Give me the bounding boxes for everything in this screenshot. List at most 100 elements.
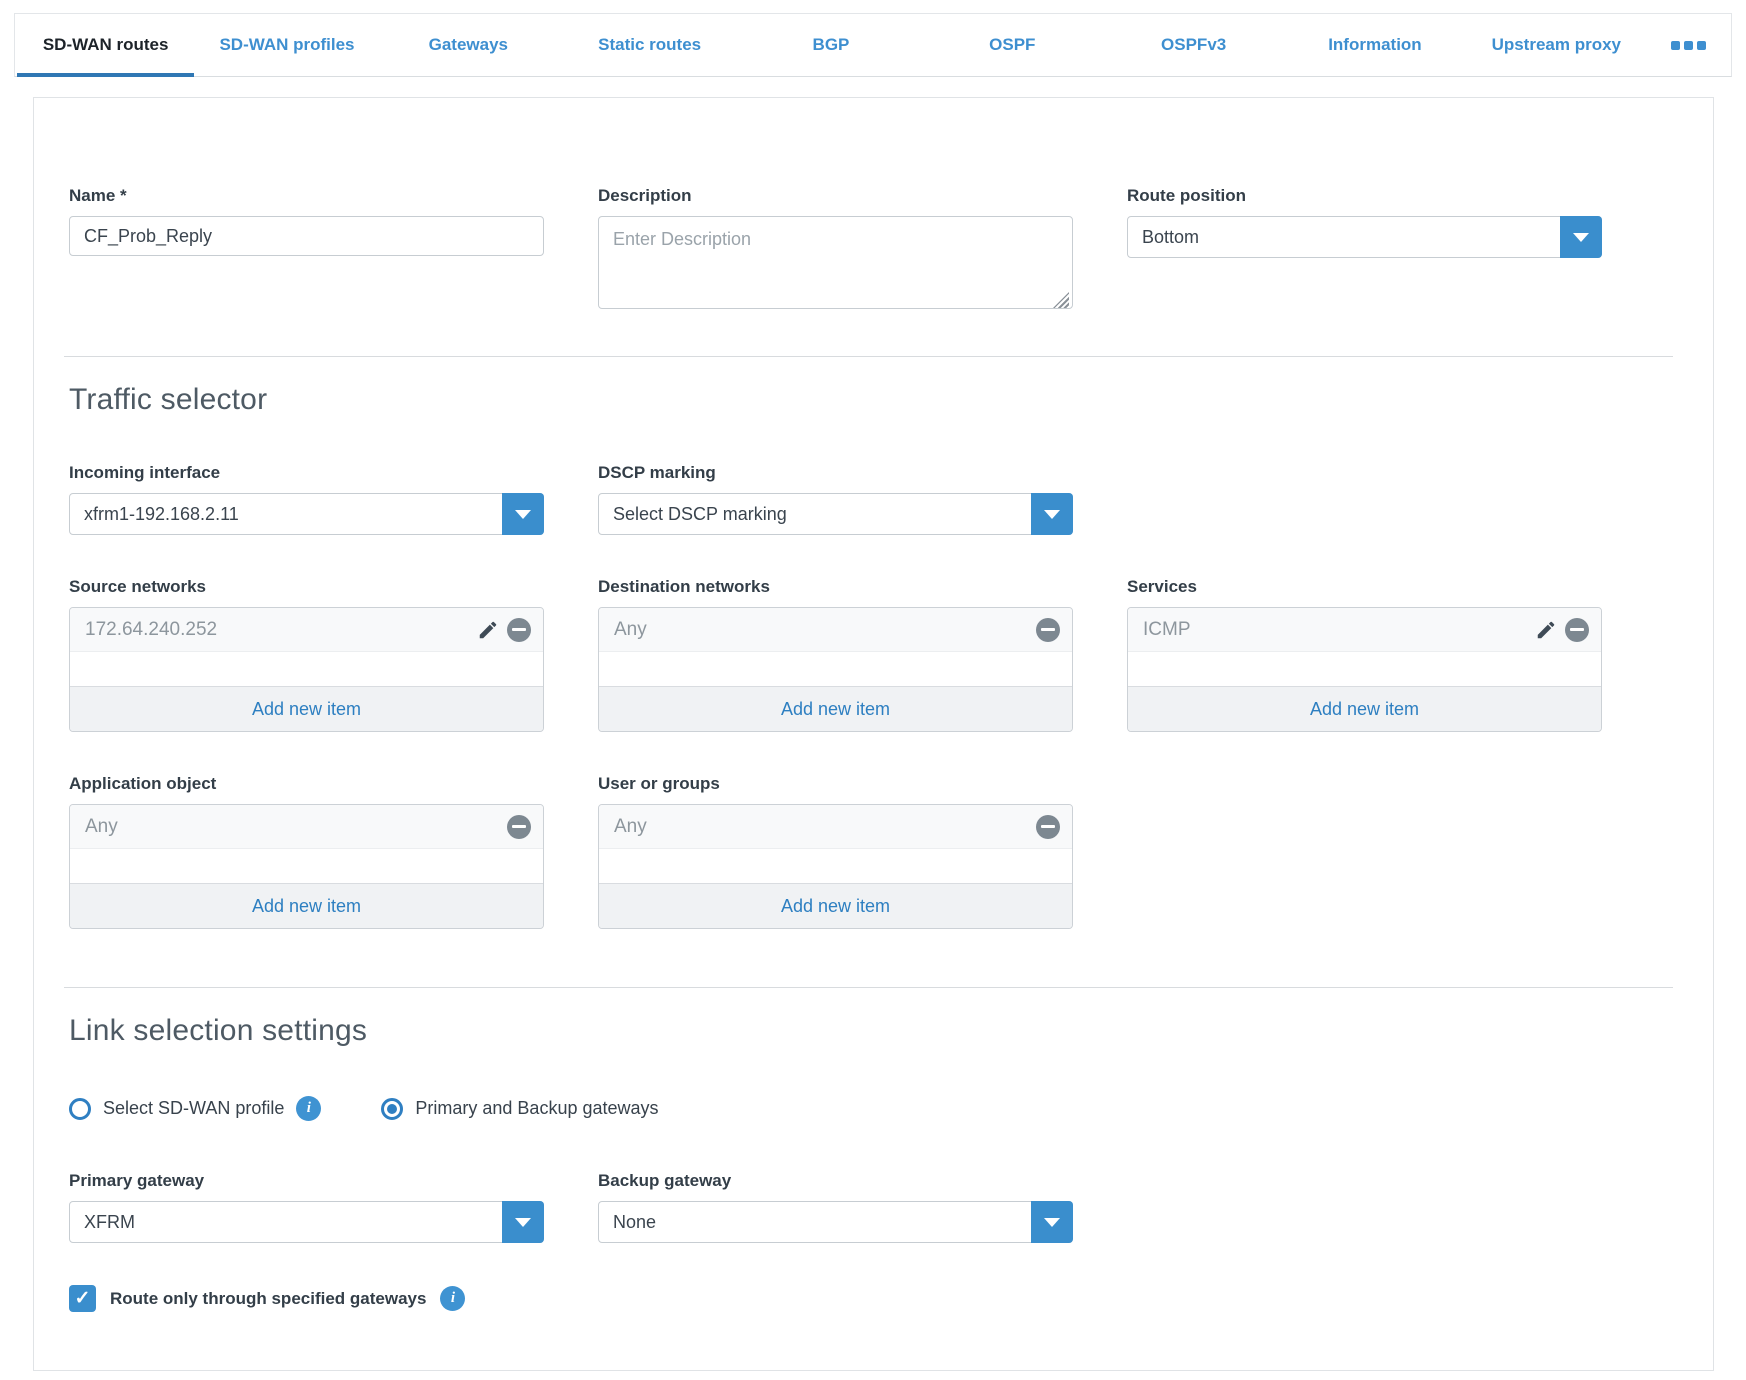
radio-select-sdwan-profile[interactable]: Select SD-WAN profile i — [69, 1096, 321, 1121]
tab-static-routes[interactable]: Static routes — [559, 14, 740, 76]
route-position-select[interactable]: Bottom — [1127, 216, 1602, 258]
description-field-group: Description — [598, 186, 1073, 314]
services-label: Services — [1127, 577, 1602, 597]
route-position-value: Bottom — [1128, 217, 1560, 257]
info-icon[interactable]: i — [440, 1286, 465, 1311]
add-service-button[interactable]: Add new item — [1128, 686, 1601, 731]
source-networks-listbox: 172.64.240.252 Add new item — [69, 607, 544, 732]
services-listbox: ICMP Add new item — [1127, 607, 1602, 732]
route-only-checkbox-label: Route only through specified gateways — [110, 1289, 426, 1309]
tab-bgp[interactable]: BGP — [740, 14, 921, 76]
route-only-checkbox[interactable]: ✓ — [69, 1285, 96, 1312]
chevron-down-icon — [1044, 1218, 1060, 1227]
tab-label: Upstream proxy — [1492, 35, 1621, 55]
radio-unchecked-icon — [69, 1098, 91, 1120]
dscp-marking-field-group: DSCP marking Select DSCP marking — [598, 463, 1073, 535]
tab-upstream-proxy[interactable]: Upstream proxy — [1466, 14, 1647, 76]
primary-gateway-field-group: Primary gateway XFRM — [69, 1171, 544, 1243]
chevron-down-icon — [1573, 233, 1589, 242]
dscp-marking-dropdown-button[interactable] — [1031, 493, 1073, 535]
route-position-field-group: Route position Bottom — [1127, 186, 1602, 314]
user-or-groups-label: User or groups — [598, 774, 1073, 794]
more-tabs-button[interactable] — [1647, 14, 1731, 76]
tab-label: SD-WAN profiles — [219, 35, 354, 55]
primary-gateway-value: XFRM — [70, 1202, 502, 1242]
remove-icon[interactable] — [1036, 815, 1060, 839]
general-settings-row: Name * Description Route position Bottom — [69, 186, 1673, 314]
application-object-group: Application object Any Add new item — [69, 774, 544, 929]
destination-networks-label: Destination networks — [598, 577, 1073, 597]
chevron-down-icon — [515, 510, 531, 519]
tab-label: SD-WAN routes — [43, 35, 169, 55]
list-empty-area — [599, 652, 1072, 686]
tab-label: Information — [1328, 35, 1422, 55]
remove-icon[interactable] — [507, 618, 531, 642]
primary-gateway-select[interactable]: XFRM — [69, 1201, 544, 1243]
edit-icon[interactable] — [1535, 619, 1557, 641]
description-textarea[interactable] — [598, 216, 1073, 309]
route-position-label: Route position — [1127, 186, 1602, 206]
add-destination-network-button[interactable]: Add new item — [599, 686, 1072, 731]
dscp-marking-select[interactable]: Select DSCP marking — [598, 493, 1073, 535]
name-input[interactable] — [69, 216, 544, 256]
tab-ospf[interactable]: OSPF — [922, 14, 1103, 76]
sd-wan-route-form-panel: Name * Description Route position Bottom… — [33, 97, 1714, 1371]
destination-networks-group: Destination networks Any Add new item — [598, 577, 1073, 732]
primary-gateway-dropdown-button[interactable] — [502, 1201, 544, 1243]
interface-dscp-row: Incoming interface xfrm1-192.168.2.11 DS… — [69, 463, 1673, 535]
source-networks-label: Source networks — [69, 577, 544, 597]
source-networks-group: Source networks 172.64.240.252 Add new i… — [69, 577, 544, 732]
list-item-text: Any — [85, 816, 507, 838]
backup-gateway-select[interactable]: None — [598, 1201, 1073, 1243]
tab-label: BGP — [813, 35, 850, 55]
tab-sd-wan-profiles[interactable]: SD-WAN profiles — [196, 14, 377, 76]
dscp-marking-value: Select DSCP marking — [599, 494, 1031, 534]
add-application-object-button[interactable]: Add new item — [70, 883, 543, 928]
backup-gateway-dropdown-button[interactable] — [1031, 1201, 1073, 1243]
list-item: Any — [599, 805, 1072, 849]
link-selection-title: Link selection settings — [69, 1014, 1673, 1048]
section-divider — [64, 987, 1673, 988]
incoming-interface-value: xfrm1-192.168.2.11 — [70, 494, 502, 534]
chevron-down-icon — [515, 1218, 531, 1227]
backup-gateway-field-group: Backup gateway None — [598, 1171, 1073, 1243]
backup-gateway-label: Backup gateway — [598, 1171, 1073, 1191]
radio-label: Primary and Backup gateways — [415, 1098, 658, 1119]
add-user-or-group-button[interactable]: Add new item — [599, 883, 1072, 928]
list-item: Any — [599, 608, 1072, 652]
route-position-dropdown-button[interactable] — [1560, 216, 1602, 258]
remove-icon[interactable] — [1565, 618, 1589, 642]
incoming-interface-field-group: Incoming interface xfrm1-192.168.2.11 — [69, 463, 544, 535]
incoming-interface-dropdown-button[interactable] — [502, 493, 544, 535]
info-icon[interactable]: i — [296, 1096, 321, 1121]
tab-sd-wan-routes[interactable]: SD-WAN routes — [15, 14, 196, 76]
list-empty-area — [599, 849, 1072, 883]
networks-services-row: Source networks 172.64.240.252 Add new i… — [69, 577, 1673, 732]
remove-icon[interactable] — [507, 815, 531, 839]
tab-information[interactable]: Information — [1284, 14, 1465, 76]
list-item-text: Any — [614, 816, 1036, 838]
list-item-text: ICMP — [1143, 619, 1535, 641]
incoming-interface-select[interactable]: xfrm1-192.168.2.11 — [69, 493, 544, 535]
description-label: Description — [598, 186, 1073, 206]
link-selection-radio-row: Select SD-WAN profile i Primary and Back… — [69, 1096, 1673, 1121]
application-object-label: Application object — [69, 774, 544, 794]
tab-gateways[interactable]: Gateways — [378, 14, 559, 76]
add-source-network-button[interactable]: Add new item — [70, 686, 543, 731]
remove-icon[interactable] — [1036, 618, 1060, 642]
edit-icon[interactable] — [477, 619, 499, 641]
chevron-down-icon — [1044, 510, 1060, 519]
list-item-text: 172.64.240.252 — [85, 619, 477, 641]
list-empty-area — [70, 652, 543, 686]
tab-label: Static routes — [598, 35, 701, 55]
primary-gateway-label: Primary gateway — [69, 1171, 544, 1191]
destination-networks-listbox: Any Add new item — [598, 607, 1073, 732]
list-item-text: Any — [614, 619, 1036, 641]
tab-label: OSPFv3 — [1161, 35, 1226, 55]
tab-label: Gateways — [429, 35, 508, 55]
route-only-checkbox-row: ✓ Route only through specified gateways … — [69, 1285, 1673, 1312]
list-item: ICMP — [1128, 608, 1601, 652]
radio-primary-backup-gateways[interactable]: Primary and Backup gateways — [381, 1098, 658, 1120]
list-item: 172.64.240.252 — [70, 608, 543, 652]
tab-ospfv3[interactable]: OSPFv3 — [1103, 14, 1284, 76]
